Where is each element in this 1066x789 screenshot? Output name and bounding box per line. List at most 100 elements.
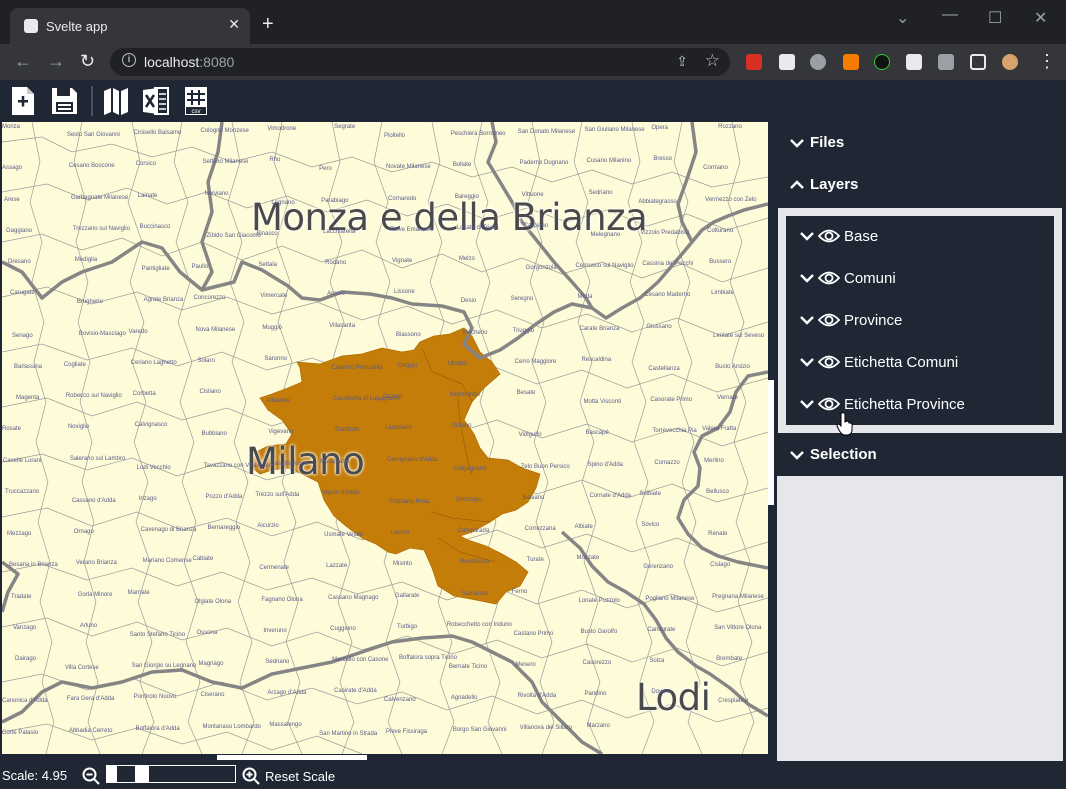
profile-avatar[interactable] (1002, 54, 1018, 70)
comune-label: Dovera (651, 689, 671, 696)
comune-label: San Martino in Strada (319, 730, 378, 737)
scale-slider-thumb[interactable] (135, 766, 149, 782)
comune-label: Verano Brianza (75, 560, 117, 567)
zoom-out-icon[interactable] (82, 767, 100, 785)
comune-label: Cavenago di Brianza (140, 527, 197, 534)
scale-slider[interactable] (106, 765, 236, 783)
browser-menu-icon[interactable]: ⋮ (1038, 51, 1056, 72)
comune-label: Ossona (196, 629, 218, 636)
excel-icon[interactable] (142, 85, 170, 117)
comune-label: Sovico (641, 522, 660, 529)
comune-label: Cuggiono (330, 625, 356, 632)
save-icon[interactable] (50, 85, 78, 117)
extension-red-icon[interactable] (746, 54, 762, 70)
chevron-down-icon (790, 450, 804, 460)
comune-label: Settimo Milanese (202, 159, 249, 166)
comune-label: Boffalora d'Adda (135, 725, 180, 732)
back-icon[interactable]: ← (14, 51, 32, 72)
comune-label: Fara Gera d'Adda (66, 696, 115, 703)
comune-label: Cornaredo (388, 195, 417, 202)
hand-cursor-icon (836, 412, 853, 436)
extension-s-icon[interactable] (843, 54, 859, 70)
comune-label: Robecco sul Naviglio (65, 393, 122, 400)
window-close-icon[interactable]: ✕ (1034, 8, 1047, 28)
eye-icon[interactable] (818, 312, 840, 328)
eye-icon[interactable] (818, 228, 840, 244)
comune-label: Ornago (73, 529, 94, 536)
map-horizontal-scrollbar[interactable] (217, 755, 367, 760)
comune-label: Binasco (256, 230, 278, 237)
eye-icon[interactable] (818, 354, 840, 370)
url-text: localhost:8080 (144, 54, 235, 70)
eye-icon[interactable] (818, 396, 840, 412)
browser-titlebar: Svelte app ✕ + ⌄ — ☐ ✕ (0, 0, 1066, 44)
extension-puzzle-frame-icon[interactable] (779, 54, 795, 70)
zoom-in-icon[interactable] (242, 767, 260, 785)
csv-icon[interactable]: csv (182, 85, 210, 117)
tab-search-icon[interactable]: ⌄ (896, 8, 909, 28)
comune-label: Motta Visconti (583, 399, 622, 406)
layer-row-etichetta-province[interactable]: Etichetta Province (800, 392, 965, 416)
comune-label: Villa Cortese (64, 665, 99, 672)
chevron-down-icon[interactable] (800, 231, 814, 241)
extension-m-icon[interactable] (906, 54, 922, 70)
layer-row-province[interactable]: Province (800, 308, 902, 332)
layer-row-comuni[interactable]: Comuni (800, 266, 896, 290)
comune-label: Cermenate (259, 565, 290, 572)
comune-label: Mozzate (576, 555, 600, 562)
comune-label: Macherio (462, 329, 488, 336)
chevron-down-icon[interactable] (800, 273, 814, 283)
comune-label: Usmate Velate (324, 532, 364, 539)
comune-label: Montanaso Lombardo (202, 723, 261, 730)
comune-label: Vigevano (268, 429, 294, 436)
extensions-puzzle-icon[interactable] (938, 54, 954, 70)
maximize-icon[interactable]: ☐ (988, 8, 1002, 28)
comune-label: Siziano (451, 423, 472, 430)
site-info-icon[interactable]: i (122, 53, 136, 67)
chevron-down-icon[interactable] (800, 399, 814, 409)
map-vertical-scrollbar[interactable] (768, 380, 774, 505)
extension-green-icon[interactable] (874, 54, 890, 70)
forward-icon[interactable]: → (47, 51, 65, 72)
selection-section-header[interactable]: Selection (790, 446, 877, 463)
share-icon[interactable]: ⇪ (676, 53, 688, 70)
chevron-down-icon[interactable] (800, 315, 814, 325)
reset-scale-button[interactable]: Reset Scale (265, 769, 335, 784)
new-tab-icon[interactable]: + (262, 14, 274, 34)
svelte-favicon-icon (24, 19, 38, 33)
extension-power-icon[interactable] (810, 54, 826, 70)
tab-close-icon[interactable]: ✕ (228, 16, 240, 33)
comune-label: Santo Stefano Ticino (129, 631, 186, 638)
address-bar[interactable]: i localhost:8080 ⇪ ☆ (110, 48, 730, 76)
layers-section-header[interactable]: Layers (790, 176, 858, 193)
comune-label: Opera (651, 125, 669, 131)
comune-label: Albairate (266, 398, 291, 405)
browser-toolbar: ← → ↻ i localhost:8080 ⇪ ☆ ⋮ (0, 44, 1066, 80)
comune-label: Mediglia (74, 257, 98, 264)
comune-label: Garbagnate Milanese (70, 194, 129, 201)
bookmark-star-icon[interactable]: ☆ (705, 51, 720, 71)
comune-label: Casorate Primo (650, 397, 693, 404)
comune-label: Pozzo d'Adda (205, 493, 243, 500)
comune-label: Solaro (197, 357, 215, 364)
comune-label: Solza (649, 658, 665, 665)
new-file-icon[interactable] (9, 85, 37, 117)
map-canvas[interactable]: Monza e della Brianza Milano Lodi Monza S… (2, 122, 768, 754)
chevron-down-icon[interactable] (800, 357, 814, 367)
minimize-icon[interactable]: — (942, 6, 958, 24)
map-icon[interactable] (102, 85, 130, 117)
comune-label: Cerro Maggiore (514, 358, 557, 365)
comune-label: Villasanta (329, 322, 356, 329)
files-section-header[interactable]: Files (790, 134, 844, 151)
comune-label: Bresso (653, 156, 673, 163)
side-panel-icon[interactable] (970, 54, 986, 70)
reload-icon[interactable]: ↻ (80, 51, 95, 72)
comune-label: Tavazzano con Villavesco (203, 462, 273, 469)
layer-row-base[interactable]: Base (800, 224, 878, 248)
comune-label: Misinto (393, 561, 413, 568)
eye-icon[interactable] (818, 270, 840, 286)
comune-label: Bovisio-Masciago (78, 330, 126, 337)
layer-row-etichetta-comuni[interactable]: Etichetta Comuni (800, 350, 958, 374)
comune-label: Buccinasco (139, 223, 171, 230)
browser-tab[interactable]: Svelte app ✕ (10, 8, 250, 44)
